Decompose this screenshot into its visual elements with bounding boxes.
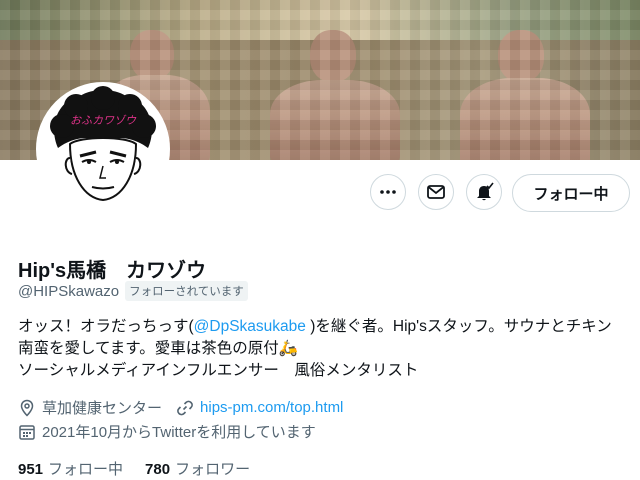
calendar-icon — [19, 424, 35, 440]
scooter-emoji: 🛵 — [278, 340, 299, 357]
profile-bio: オッス！オラだっちっす(@DpSkasukabe )を継ぐ者。Hip'sスタッフ… — [18, 316, 618, 382]
bio-text-1: オッス！オラだっちっす( — [18, 318, 194, 335]
website-link[interactable]: hips-pm.com/top.html — [200, 399, 343, 416]
handle-row: @HIPSkawazo フォローされています — [18, 281, 248, 301]
location-pin-icon — [20, 399, 34, 417]
follow-stats: 951 フォロー中 780 フォロワー — [18, 458, 250, 479]
joined-row: 2021年10月からTwitterを利用しています — [18, 421, 316, 442]
following-button[interactable]: フォロー中 — [512, 174, 630, 212]
notifications-button[interactable] — [466, 174, 502, 210]
display-name: Hip's馬橋 カワゾウ — [18, 260, 207, 282]
user-handle: @HIPSkawazo — [18, 282, 120, 300]
message-icon — [427, 185, 445, 199]
more-button[interactable] — [370, 174, 406, 210]
followers-stat[interactable]: 780 フォロワー — [145, 458, 250, 479]
more-icon — [380, 190, 396, 194]
bio-mention-link[interactable]: @DpSkasukabe — [194, 318, 306, 335]
bio-text-3: ソーシャルメディアインフルエンサー 風俗メンタリスト — [18, 362, 419, 379]
followers-label: フォロワー — [175, 461, 251, 478]
profile-meta-row: 草加健康センター hips-pm.com/top.html — [18, 397, 343, 418]
location-text: 草加健康センター — [42, 400, 163, 417]
avatar-illustration: おふカワゾウ — [40, 86, 166, 212]
follows-you-badge: フォローされています — [125, 281, 248, 301]
joined-date: 2021年10月からTwitterを利用しています — [42, 424, 316, 441]
following-label: フォロー中 — [48, 461, 124, 478]
link-icon — [177, 400, 193, 415]
message-button[interactable] — [418, 174, 454, 210]
following-count: 951 — [18, 461, 44, 478]
avatar[interactable]: おふカワゾウ — [36, 82, 170, 216]
bell-icon — [477, 182, 494, 201]
following-stat[interactable]: 951 フォロー中 — [18, 458, 123, 479]
followers-count: 780 — [145, 461, 171, 478]
avatar-text: おふカワゾウ — [70, 114, 137, 127]
